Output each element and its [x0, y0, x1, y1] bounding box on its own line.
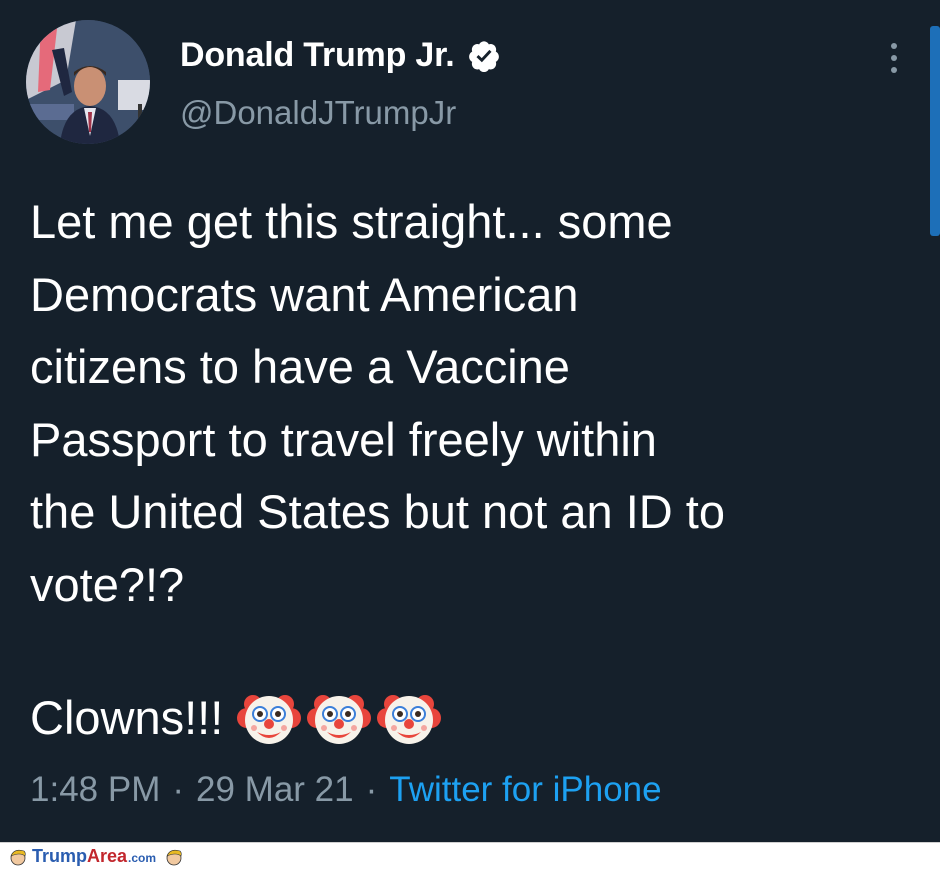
more-vertical-icon[interactable] — [882, 40, 906, 80]
avatar[interactable] — [26, 20, 150, 144]
meta-separator: · — [172, 770, 185, 809]
tweet-text: Let me get this straight... some Democra… — [30, 195, 725, 611]
clown-emoji-group — [237, 686, 447, 750]
closing-text: Clowns!!! — [30, 691, 224, 744]
watermark-brand[interactable]: Trump Area .com — [32, 846, 156, 867]
author-name-row[interactable]: Donald Trump Jr. — [180, 36, 501, 75]
clown-face-icon — [307, 695, 372, 744]
tweet-time[interactable]: 1:48 PM — [30, 770, 160, 810]
trump-caricature-icon — [10, 849, 26, 866]
tweet-meta: 1:48 PM · 29 Mar 21 · Twitter for iPhone — [30, 770, 662, 810]
clown-face-icon — [237, 695, 302, 744]
author-handle[interactable]: @DonaldJTrumpJr — [180, 94, 456, 132]
clown-face-icon — [377, 695, 442, 744]
tweet-card: Donald Trump Jr. @DonaldJTrumpJr Let me … — [0, 0, 940, 842]
tweet-source-link[interactable]: Twitter for iPhone — [389, 770, 661, 810]
tweet-closing-line: Clowns!!! — [30, 682, 447, 754]
verified-badge-icon — [468, 40, 499, 72]
meta-separator: · — [365, 770, 378, 809]
watermark-footer: Trump Area .com — [0, 842, 940, 869]
display-name[interactable]: Donald Trump Jr. — [180, 36, 455, 75]
scrollbar-thumb[interactable] — [930, 26, 940, 236]
profile-photo — [26, 20, 150, 144]
trump-caricature-icon — [166, 849, 182, 866]
tweet-date[interactable]: 29 Mar 21 — [196, 770, 354, 810]
